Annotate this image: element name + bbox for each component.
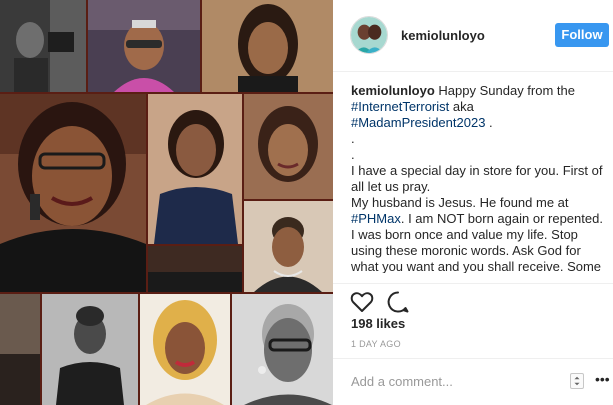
post-username[interactable]: kemiolunloyo (401, 28, 485, 43)
collage-photo-5 (148, 94, 242, 244)
collage-photo-6 (244, 94, 333, 199)
caption-text: Happy Sunday from the (434, 83, 575, 98)
caption-text: . (351, 131, 355, 146)
collage-photo-10 (42, 294, 138, 405)
collage-photo-11 (140, 294, 230, 405)
caption-text: My husband is Jesus. He found me at (351, 195, 569, 210)
post-panel: kemiolunloyo Follow kemiolunloyo Happy S… (333, 0, 613, 405)
comment-icon[interactable] (385, 289, 411, 315)
collage-photo-9 (0, 294, 40, 405)
caption-text: . (351, 147, 355, 162)
comment-bar: ••• (333, 358, 613, 405)
resize-handle-icon[interactable] (570, 373, 584, 389)
collage-photo-4 (0, 94, 146, 292)
collage-photo-8 (148, 246, 242, 292)
caption-username[interactable]: kemiolunloyo (351, 83, 435, 98)
collage-photo-7 (244, 201, 333, 292)
heart-icon[interactable] (349, 289, 375, 315)
collage-photo-2 (88, 0, 200, 92)
post-image-collage[interactable] (0, 0, 333, 405)
more-options-icon[interactable]: ••• (595, 371, 610, 387)
hashtag-link[interactable]: #PHMax (351, 211, 401, 226)
collage-photo-1 (0, 0, 86, 92)
hashtag-link[interactable]: #MadamPresident2023 (351, 115, 485, 130)
collage-photo-12 (232, 294, 333, 405)
caption-text: aka (449, 99, 474, 114)
post-timestamp: 1 DAY AGO (351, 339, 401, 349)
caption-text: I have a special day in store for you. F… (351, 163, 603, 194)
caption-text: . (485, 115, 493, 130)
comment-input[interactable] (351, 371, 571, 391)
avatar[interactable] (350, 16, 388, 54)
hashtag-link[interactable]: #InternetTerrorist (351, 99, 449, 114)
likes-count[interactable]: 198 likes (351, 316, 405, 331)
post-header: kemiolunloyo Follow (333, 0, 613, 72)
post-caption: kemiolunloyo Happy Sunday from the #Inte… (351, 83, 609, 273)
collage-photo-3 (202, 0, 333, 92)
follow-button[interactable]: Follow (555, 23, 609, 47)
